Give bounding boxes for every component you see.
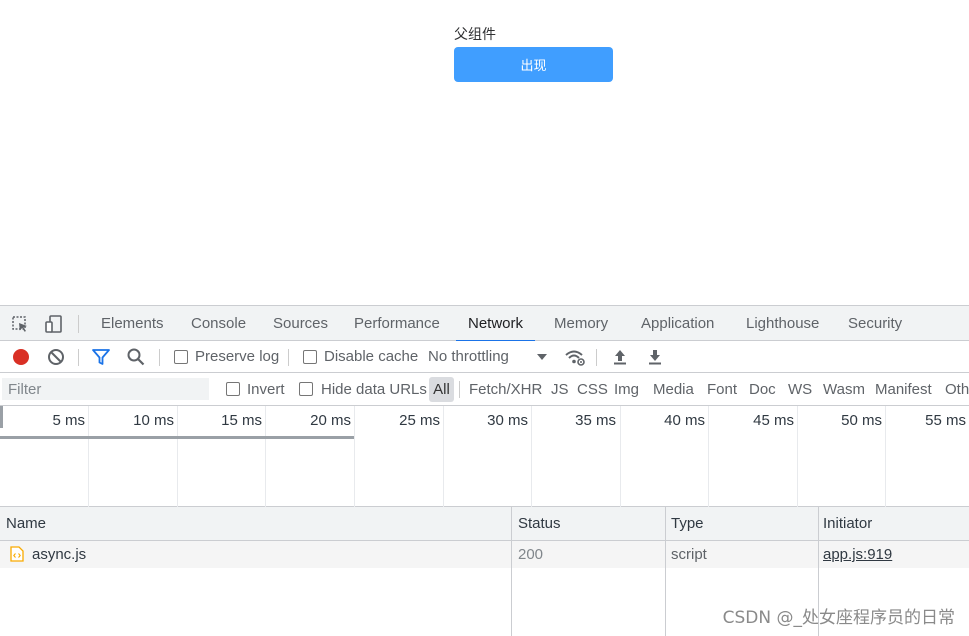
tab-security[interactable]: Security <box>848 306 902 341</box>
toolbar-separator <box>288 349 289 366</box>
filter-input[interactable] <box>2 378 209 400</box>
timeline-gridline <box>265 406 266 507</box>
timeline-tick: 20 ms <box>310 412 351 429</box>
column-header-status[interactable]: Status <box>518 507 561 541</box>
request-name[interactable]: async.js <box>32 541 86 568</box>
timeline-gridline <box>354 406 355 507</box>
column-header-name[interactable]: Name <box>6 507 46 541</box>
timeline-gridline <box>88 406 89 507</box>
requests-table-header: Name Status Type Initiator <box>0 507 969 541</box>
filter-bar: Invert Hide data URLs All Fetch/XHR JS C… <box>0 373 969 406</box>
upload-icon[interactable] <box>610 347 630 367</box>
timeline-tick: 30 ms <box>487 412 528 429</box>
hide-data-urls-checkbox[interactable] <box>299 382 313 396</box>
timeline-tick: 10 ms <box>133 412 174 429</box>
tab-memory[interactable]: Memory <box>554 306 608 341</box>
filter-type-css[interactable]: CSS <box>577 373 608 406</box>
tab-console[interactable]: Console <box>191 306 246 341</box>
timeline-left-handle[interactable] <box>0 406 3 428</box>
timeline-range-bar <box>0 436 354 439</box>
timeline-tick: 25 ms <box>399 412 440 429</box>
network-toolbar: Preserve log Disable cache No throttling <box>0 341 969 373</box>
network-conditions-icon[interactable] <box>564 347 585 367</box>
search-icon[interactable] <box>126 347 146 367</box>
filter-type-fetch-xhr[interactable]: Fetch/XHR <box>469 373 542 406</box>
parent-component-label: 父组件 <box>454 27 496 43</box>
invert-label: Invert <box>247 381 285 398</box>
timeline-tick: 40 ms <box>664 412 705 429</box>
toolbar-separator <box>78 349 79 366</box>
filter-type-all[interactable]: All <box>429 377 454 402</box>
filter-type-other[interactable]: Oth <box>945 373 969 406</box>
preserve-log-checkbox[interactable] <box>174 350 188 364</box>
column-header-type[interactable]: Type <box>671 507 704 541</box>
hide-data-urls-label: Hide data URLs <box>321 381 427 398</box>
timeline-gridline <box>620 406 621 507</box>
timeline-gridline <box>708 406 709 507</box>
filter-type-js[interactable]: JS <box>551 373 569 406</box>
csdn-watermark: CSDN @_处女座程序员的日常 <box>722 608 955 628</box>
disable-cache-checkbox[interactable] <box>303 350 317 364</box>
timeline-tick: 50 ms <box>841 412 882 429</box>
timeline-gridline <box>443 406 444 507</box>
tab-network[interactable]: Network <box>455 306 536 342</box>
filter-type-font[interactable]: Font <box>707 373 737 406</box>
download-icon[interactable] <box>645 347 665 367</box>
devtools-panel: Elements Console Sources Performance Net… <box>0 305 969 636</box>
show-button[interactable]: 出现 <box>454 47 613 82</box>
preserve-log-label: Preserve log <box>195 348 280 365</box>
filter-type-manifest[interactable]: Manifest <box>875 373 932 406</box>
inspect-element-icon[interactable] <box>10 314 30 334</box>
clear-icon[interactable] <box>46 347 66 367</box>
throttling-select[interactable]: No throttling <box>428 341 509 373</box>
request-status: 200 <box>518 546 544 563</box>
invert-checkbox[interactable] <box>226 382 240 396</box>
timeline-tick: 45 ms <box>753 412 794 429</box>
filter-type-media[interactable]: Media <box>653 373 694 406</box>
timeline-tick: 15 ms <box>221 412 262 429</box>
toolbar-separator <box>596 349 597 366</box>
devtools-tabbar: Elements Console Sources Performance Net… <box>0 306 969 342</box>
table-row[interactable]: async.js 200 script app.js:919 <box>0 541 969 568</box>
timeline-overview[interactable]: 5 ms 10 ms 15 ms 20 ms 25 ms 30 ms 35 ms… <box>0 406 969 507</box>
filter-type-doc[interactable]: Doc <box>749 373 776 406</box>
filter-separator <box>459 381 460 398</box>
column-header-initiator[interactable]: Initiator <box>823 507 872 541</box>
record-icon[interactable] <box>11 347 31 367</box>
filter-type-wasm[interactable]: Wasm <box>823 373 865 406</box>
disable-cache-label: Disable cache <box>324 348 419 365</box>
tab-application[interactable]: Application <box>641 306 714 341</box>
filter-icon[interactable] <box>91 347 111 367</box>
request-type: script <box>671 546 707 563</box>
timeline-gridline <box>177 406 178 507</box>
timeline-tick: 35 ms <box>575 412 616 429</box>
device-toolbar-icon[interactable] <box>44 314 64 334</box>
chevron-down-icon[interactable] <box>532 347 552 367</box>
tab-performance[interactable]: Performance <box>354 306 440 341</box>
filter-type-ws[interactable]: WS <box>788 373 812 406</box>
column-separator[interactable] <box>511 507 512 636</box>
page-area: 父组件 出现 <box>0 0 969 305</box>
timeline-tick: 5 ms <box>52 412 85 429</box>
tab-lighthouse[interactable]: Lighthouse <box>746 306 819 341</box>
tab-separator <box>78 315 79 333</box>
script-file-icon <box>10 546 24 562</box>
request-initiator-link[interactable]: app.js:919 <box>823 541 892 568</box>
column-separator[interactable] <box>665 507 666 636</box>
timeline-gridline <box>531 406 532 507</box>
tab-sources[interactable]: Sources <box>273 306 328 341</box>
timeline-gridline <box>797 406 798 507</box>
tab-elements[interactable]: Elements <box>101 306 164 341</box>
filter-type-img[interactable]: Img <box>614 373 639 406</box>
timeline-tick: 55 ms <box>925 412 966 429</box>
toolbar-separator <box>159 349 160 366</box>
